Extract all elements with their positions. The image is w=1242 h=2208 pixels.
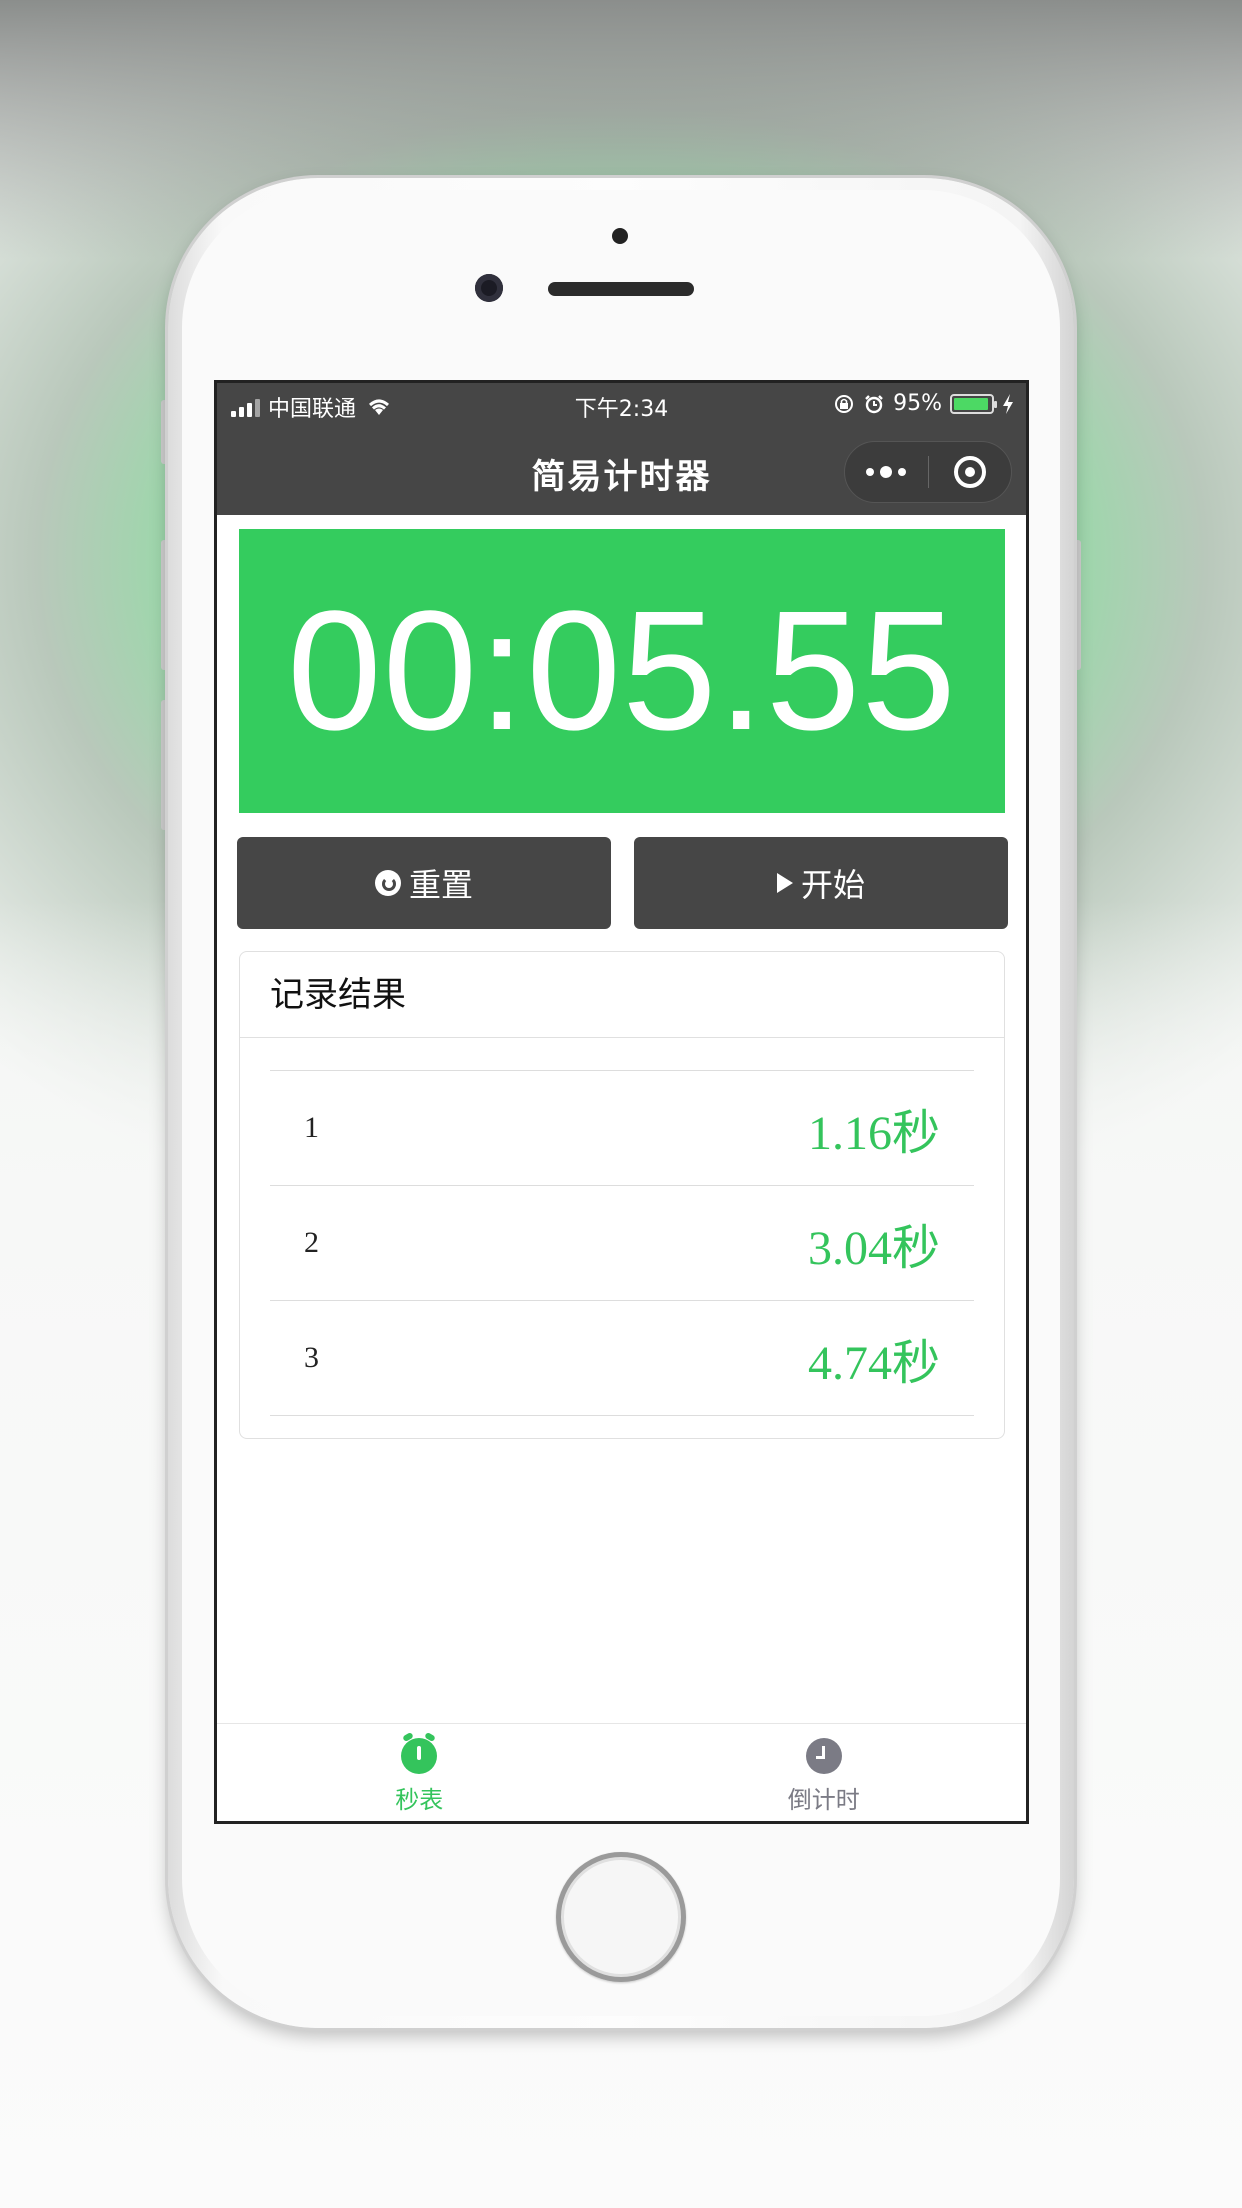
tab-label: 秒表: [395, 1786, 444, 1814]
start-label: 开始: [800, 866, 865, 904]
tab-countdown[interactable]: 倒计时: [622, 1724, 1027, 1821]
clock-icon: [805, 1738, 842, 1774]
record-index: 3: [304, 1341, 319, 1374]
navigation-bar: 简易计时器: [217, 429, 1026, 515]
phone-screen: 中国联通 下午2:34 95% 简易计时器 00:05.55 重置 开始 记录结…: [214, 380, 1029, 1824]
rotation-lock-icon: [835, 394, 854, 413]
play-icon: [776, 873, 793, 893]
alarm-icon: [865, 394, 883, 413]
record-row: 3 4.74秒: [270, 1301, 974, 1416]
record-time: 3.04秒: [807, 1222, 940, 1275]
proximity-sensor: [612, 228, 628, 244]
stopwatch-icon: [401, 1738, 438, 1774]
more-options-button[interactable]: [845, 466, 928, 478]
status-bar: 中国联通 下午2:34 95%: [217, 383, 1026, 429]
record-time: 4.74秒: [807, 1337, 940, 1390]
records-title: 记录结果: [240, 952, 1004, 1038]
tab-stopwatch[interactable]: 秒表: [217, 1724, 622, 1821]
record-row: 2 3.04秒: [270, 1186, 974, 1301]
record-index: 1: [304, 1111, 319, 1144]
front-camera: [475, 274, 503, 302]
reset-button[interactable]: 重置: [237, 837, 611, 929]
reset-icon: [374, 870, 401, 896]
home-button[interactable]: [556, 1852, 686, 1982]
tab-bar: 秒表 倒计时: [217, 1723, 1026, 1821]
record-index: 2: [304, 1226, 319, 1259]
phone-power-button: [1073, 540, 1081, 670]
record-row: 1 1.16秒: [270, 1071, 974, 1186]
battery-icon: [950, 393, 997, 414]
close-miniprogram-button[interactable]: [929, 456, 1012, 488]
earpiece-speaker: [548, 282, 694, 296]
record-time: 1.16秒: [807, 1107, 940, 1160]
battery-percent: 95%: [893, 391, 942, 416]
records-list: 1 1.16秒 2 3.04秒 3 4.74秒: [270, 1070, 974, 1416]
tab-label: 倒计时: [787, 1786, 860, 1814]
reset-label: 重置: [408, 866, 473, 904]
target-icon: [953, 456, 986, 488]
start-button[interactable]: 开始: [634, 837, 1008, 929]
records-panel: 记录结果 1 1.16秒 2 3.04秒 3 4.74秒: [239, 951, 1005, 1439]
charging-icon: [1003, 393, 1013, 414]
timer-display: 00:05.55: [239, 529, 1005, 813]
miniprogram-capsule: [844, 441, 1012, 503]
